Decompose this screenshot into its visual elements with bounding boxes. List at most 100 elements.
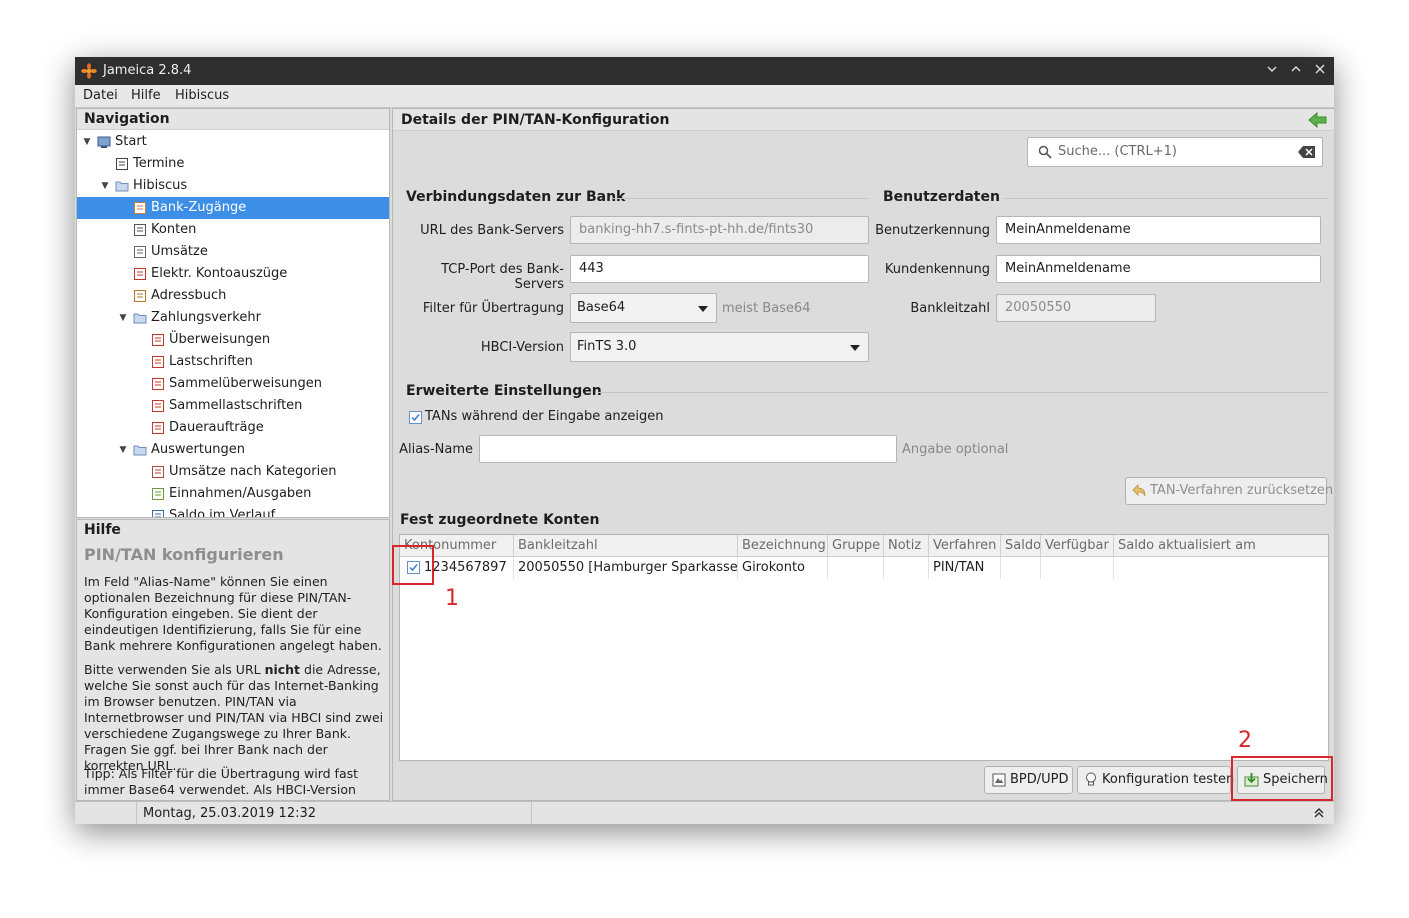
undo-icon	[1132, 484, 1146, 497]
alias-field[interactable]	[479, 435, 897, 463]
status-cell-empty	[75, 802, 137, 824]
alias-label: Alias-Name	[399, 442, 473, 457]
blz-field[interactable]: 20050550	[996, 294, 1156, 322]
sidebar-item-einnahmen-ausgaben[interactable]: Einnahmen/Ausgaben	[77, 483, 389, 505]
sidebar-item-label: Sammellastschriften	[169, 398, 303, 413]
transfer-icon	[151, 333, 165, 347]
sidebar-item-termine[interactable]: Termine	[77, 153, 389, 175]
menu-bar: Datei Hilfe Hibiscus	[75, 85, 1334, 108]
chevron-down-icon	[698, 306, 708, 312]
sidebar-item-bank-zugänge[interactable]: Bank-Zugänge	[77, 197, 389, 219]
blz-label: Bankleitzahl	[910, 301, 990, 316]
clear-search-icon[interactable]	[1298, 146, 1316, 158]
back-button[interactable]	[1298, 109, 1334, 130]
filter-hint: meist Base64	[722, 301, 811, 316]
sidebar-item-sammelüberweisungen[interactable]: Sammelüberweisungen	[77, 373, 389, 395]
url-field[interactable]: banking-hh7.s-fints-pt-hh.de/fints30	[570, 216, 869, 244]
folder-icon	[133, 311, 147, 325]
sidebar-item-überweisungen[interactable]: Überweisungen	[77, 329, 389, 351]
test-configuration-button[interactable]: Konfiguration testen	[1077, 766, 1235, 794]
filter-select[interactable]: Base64	[570, 293, 717, 323]
sidebar-item-adressbuch[interactable]: Adressbuch	[77, 285, 389, 307]
connection-section-title: Verbindungsdaten zur Bank	[406, 189, 626, 205]
column-header-bezeichnung[interactable]: Bezeichnung	[738, 535, 828, 556]
port-field[interactable]: 443	[570, 255, 869, 283]
sidebar-item-auswertungen[interactable]: ▼ Auswertungen	[77, 439, 389, 461]
minimize-icon[interactable]	[1262, 61, 1282, 81]
sidebar-item-elektr-kontoauszüge[interactable]: Elektr. Kontoauszüge	[77, 263, 389, 285]
status-datetime: Montag, 25.03.2019 12:32	[137, 802, 532, 824]
advanced-section-divider	[598, 392, 1328, 393]
expand-arrow-icon[interactable]: ▼	[117, 307, 129, 329]
cell-bankleitzahl: 20050550 [Hamburger Sparkasse]	[514, 557, 738, 579]
annotation-box-1	[392, 545, 434, 585]
bpd-upd-label: BPD/UPD	[1010, 772, 1069, 787]
column-header-gruppe[interactable]: Gruppe	[828, 535, 884, 556]
sidebar-item-label: Umsätze nach Kategorien	[169, 464, 337, 479]
cell-gruppe	[828, 557, 884, 579]
sidebar-item-label: Elektr. Kontoauszüge	[151, 266, 288, 281]
search-input[interactable]: Suche... (CTRL+1)	[1027, 137, 1323, 167]
monitor-icon	[97, 135, 111, 149]
menu-hibiscus[interactable]: Hibiscus	[175, 88, 229, 103]
users-icon	[133, 201, 147, 215]
sidebar-item-start[interactable]: ▼ Start	[77, 131, 389, 153]
status-bar: Montag, 25.03.2019 12:32	[75, 801, 1334, 824]
folder-icon	[133, 443, 147, 457]
pdf-icon	[133, 267, 147, 281]
calendar-icon	[115, 157, 129, 171]
sidebar-item-konten[interactable]: Konten	[77, 219, 389, 241]
menu-datei[interactable]: Datei	[83, 88, 118, 103]
search-icon	[1038, 145, 1052, 159]
bpd-upd-button[interactable]: BPD/UPD	[984, 766, 1073, 794]
expand-up-icon[interactable]	[1313, 806, 1325, 824]
close-icon[interactable]	[1310, 61, 1330, 81]
advanced-section-title: Erweiterte Einstellungen	[406, 383, 602, 399]
menu-hilfe[interactable]: Hilfe	[131, 88, 161, 103]
expand-arrow-icon[interactable]: ▼	[117, 439, 129, 461]
column-header-verfuegbar[interactable]: Verfügbar	[1041, 535, 1114, 556]
sidebar-item-label: Überweisungen	[169, 332, 271, 347]
test-configuration-label: Konfiguration testen	[1102, 772, 1235, 787]
maximize-icon[interactable]	[1286, 61, 1306, 81]
sidebar-item-umsätze-nach-kategorien[interactable]: Umsätze nach Kategorien	[77, 461, 389, 483]
customer-id-field[interactable]: MeinAnmeldename	[996, 255, 1321, 283]
batch-transfer-icon	[151, 377, 165, 391]
sidebar-item-lastschriften[interactable]: Lastschriften	[77, 351, 389, 373]
alias-hint: Angabe optional	[902, 442, 1009, 457]
column-header-saldo-aktualisiert[interactable]: Saldo aktualisiert am	[1114, 535, 1328, 556]
port-label: TCP-Port des Bank-Servers	[441, 262, 564, 292]
show-tans-label: TANs während der Eingabe anzeigen	[425, 409, 664, 424]
userid-field[interactable]: MeinAnmeldename	[996, 216, 1321, 244]
sidebar-item-label: Adressbuch	[151, 288, 227, 303]
document-icon	[992, 773, 1006, 787]
search-placeholder: Suche... (CTRL+1)	[1058, 144, 1178, 159]
lightbulb-icon	[1086, 772, 1096, 786]
sidebar-item-label: Umsätze	[151, 244, 208, 259]
sidebar-item-hibiscus[interactable]: ▼ Hibiscus	[77, 175, 389, 197]
column-header-notiz[interactable]: Notiz	[884, 535, 929, 556]
navigation-header: Navigation	[77, 109, 389, 130]
help-paragraph-3: Tipp: Als Filter für die Übertragung wir…	[84, 766, 359, 797]
sidebar-item-umsätze[interactable]: Umsätze	[77, 241, 389, 263]
hbci-version-select[interactable]: FinTS 3.0	[570, 332, 869, 362]
sidebar-item-saldo-im-verlauf[interactable]: Saldo im Verlauf	[77, 505, 389, 517]
column-header-saldo[interactable]: Saldo	[1001, 535, 1041, 556]
customer-id-label: Kundenkennung	[884, 262, 990, 277]
expand-arrow-icon[interactable]: ▼	[81, 131, 93, 153]
sidebar-item-daueraufträge[interactable]: Daueraufträge	[77, 417, 389, 439]
reset-tan-button[interactable]: TAN-Verfahren zurücksetzen	[1125, 477, 1333, 505]
cell-verfuegbar	[1041, 557, 1114, 579]
table-header: Kontonummer Bankleitzahl Bezeichnung Gru…	[400, 535, 1328, 557]
column-header-bankleitzahl[interactable]: Bankleitzahl	[514, 535, 738, 556]
sidebar-item-sammellastschriften[interactable]: Sammellastschriften	[77, 395, 389, 417]
chevron-down-icon	[850, 345, 860, 351]
show-tans-checkbox[interactable]	[409, 411, 422, 424]
expand-arrow-icon[interactable]: ▼	[99, 175, 111, 197]
help-paragraph-2: Bitte verwenden Sie als URL nicht die Ad…	[84, 662, 384, 773]
cell-saldo-aktualisiert	[1114, 557, 1328, 579]
back-arrow-icon	[1308, 112, 1327, 128]
column-header-verfahren[interactable]: Verfahren	[929, 535, 1001, 556]
sidebar-item-zahlungsverkehr[interactable]: ▼ Zahlungsverkehr	[77, 307, 389, 329]
app-window: Jameica 2.8.4 Datei Hilfe Hibiscus Navig…	[75, 57, 1334, 824]
